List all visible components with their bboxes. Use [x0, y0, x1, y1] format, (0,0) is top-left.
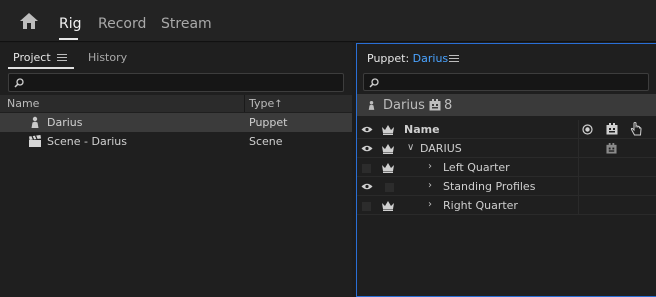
puppet-bar-name: Darius	[383, 98, 425, 113]
search-icon	[369, 78, 379, 88]
crown-icon[interactable]	[381, 200, 395, 211]
puppet-panel-title-name: Darius	[412, 52, 449, 65]
sort-ascending-icon: ↑	[274, 99, 283, 110]
layer-row-standing-profiles[interactable]: › Standing Profiles	[357, 177, 656, 196]
record-icon[interactable]	[582, 124, 593, 135]
handle-tag-icon[interactable]	[606, 143, 617, 154]
tab-record[interactable]: Record	[98, 16, 146, 32]
layer-name: Right Quarter	[443, 199, 518, 212]
layer-name: Standing Profiles	[443, 180, 536, 193]
chevron-right-icon[interactable]: ›	[428, 180, 432, 191]
eye-icon[interactable]	[361, 125, 373, 134]
chevron-down-icon[interactable]: ∨	[407, 142, 414, 153]
tab-history[interactable]: History	[88, 51, 127, 64]
visibility-toggle[interactable]	[362, 164, 371, 173]
puppet-panel-title-prefix: Puppet:	[367, 52, 410, 65]
layer-row-left-quarter[interactable]: › Left Quarter	[357, 158, 656, 177]
project-panel-tabs: Project History	[0, 43, 352, 70]
column-divider	[578, 196, 579, 215]
eye-icon[interactable]	[361, 144, 373, 153]
layer-name: Left Quarter	[443, 161, 510, 174]
workspace-bar: Rig Record Stream	[0, 0, 656, 42]
column-divider	[578, 120, 579, 139]
layer-count-icon	[429, 99, 441, 111]
search-icon	[14, 78, 24, 88]
crown-icon[interactable]	[381, 162, 395, 173]
layers-column-header: Name	[357, 120, 656, 139]
puppet-icon	[368, 101, 375, 110]
layer-row-right-quarter[interactable]: › Right Quarter	[357, 196, 656, 215]
home-icon[interactable]	[19, 11, 39, 31]
panel-menu-icon[interactable]	[449, 55, 459, 63]
tab-project[interactable]: Project	[13, 51, 51, 64]
puppet-info-bar: Darius 8	[357, 94, 656, 116]
puppet-panel-title[interactable]: Puppet: Darius	[367, 52, 448, 65]
crown-icon[interactable]	[381, 124, 395, 135]
puppet-search-input[interactable]	[363, 73, 649, 91]
project-panel: Project History Name Type↑ Darius Puppet…	[0, 43, 352, 297]
eye-icon[interactable]	[361, 182, 373, 191]
project-search-input[interactable]	[8, 73, 344, 92]
column-divider[interactable]	[244, 95, 245, 112]
project-row-name: Scene - Darius	[47, 135, 127, 148]
project-row-scene-darius[interactable]: Scene - Darius Scene	[0, 132, 352, 151]
clapperboard-icon	[29, 135, 41, 147]
puppet-panel: Puppet: Darius Darius 8 Name ∨ DARIUS › …	[356, 43, 656, 297]
project-row-darius[interactable]: Darius Puppet	[0, 113, 352, 132]
lock-toggle[interactable]	[385, 183, 394, 192]
visibility-toggle[interactable]	[362, 202, 371, 211]
column-type-header[interactable]: Type↑	[249, 97, 283, 110]
project-column-header: Name Type↑	[0, 95, 352, 112]
layer-row-darius[interactable]: ∨ DARIUS	[357, 139, 656, 158]
crown-icon[interactable]	[381, 143, 395, 154]
handle-tag-icon[interactable]	[606, 123, 618, 135]
column-divider	[578, 177, 579, 196]
layer-count: 8	[444, 98, 453, 113]
tab-rig[interactable]: Rig	[59, 16, 82, 32]
tab-project-underline	[8, 67, 74, 69]
chevron-right-icon[interactable]: ›	[428, 199, 432, 210]
project-row-type: Scene	[249, 135, 283, 148]
layer-name: DARIUS	[420, 142, 462, 155]
column-divider	[578, 139, 579, 158]
tab-stream[interactable]: Stream	[161, 16, 212, 32]
puppet-icon	[31, 116, 39, 128]
column-name-header[interactable]: Name	[404, 123, 440, 136]
column-type-label: Type	[249, 97, 275, 110]
tab-rig-underline	[59, 38, 78, 40]
column-name-header[interactable]: Name	[7, 97, 39, 110]
hand-pointer-icon[interactable]	[630, 122, 642, 136]
panel-menu-icon[interactable]	[57, 54, 67, 62]
chevron-right-icon[interactable]: ›	[428, 161, 432, 172]
column-divider	[578, 158, 579, 177]
project-row-name: Darius	[47, 116, 83, 129]
project-row-type: Puppet	[249, 116, 288, 129]
